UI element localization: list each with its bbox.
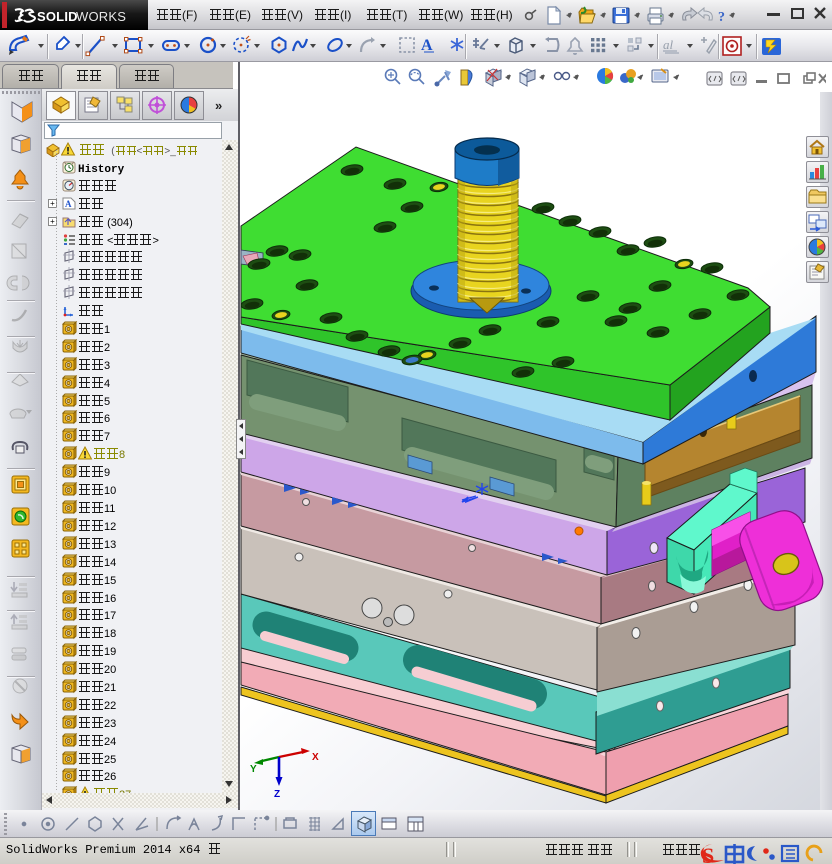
svg-text:Z: Z <box>274 789 280 800</box>
svg-text:X: X <box>312 752 319 763</box>
svg-text:?: ? <box>718 10 725 25</box>
svg-text:A: A <box>421 37 433 54</box>
svg-text:SOLID: SOLID <box>37 9 78 24</box>
svg-text:Y: Y <box>250 764 257 775</box>
svg-text:S: S <box>702 843 714 864</box>
svg-text:A: A <box>65 199 72 209</box>
svg-text:al: al <box>663 37 674 52</box>
svg-text:WORKS: WORKS <box>76 9 126 24</box>
